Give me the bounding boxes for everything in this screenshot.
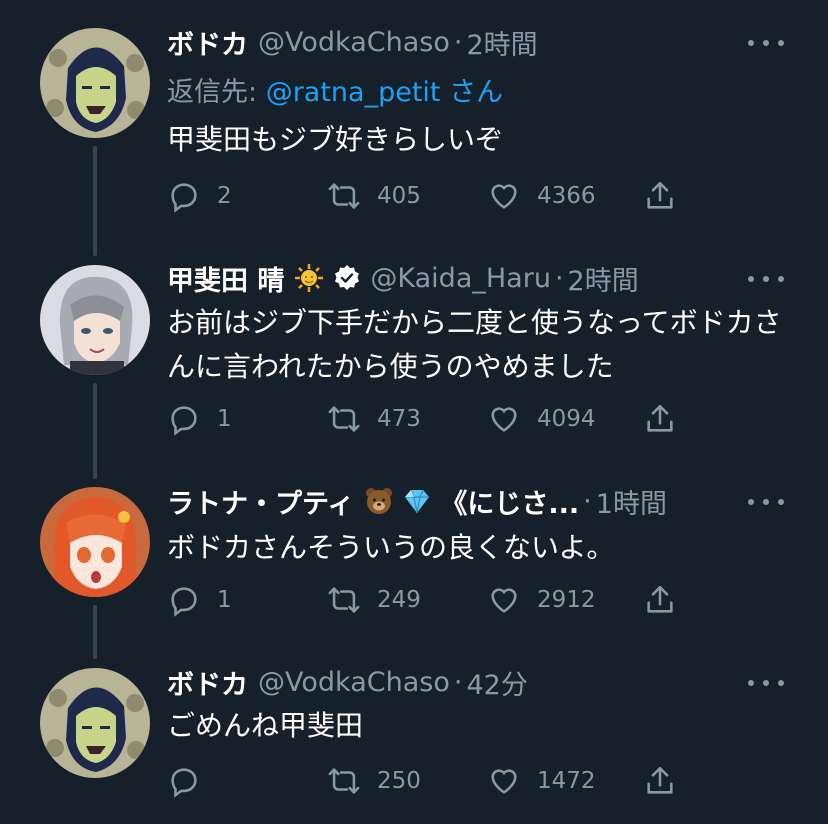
reply-button[interactable]: 2 [167,176,232,216]
retweet-count: 249 [377,587,421,613]
tweet-header: ボドカ @VodkaChaso · 2時間 [167,22,748,62]
like-icon [491,407,517,432]
display-name-suffix[interactable]: 《にじさ... [440,482,579,521]
display-name[interactable]: 甲斐田 晴 [167,259,284,298]
user-handle[interactable]: @VodkaChaso [258,667,450,698]
like-count: 4366 [537,183,596,209]
tweet-actions: 250 1472 [167,761,788,801]
bear-emoji [366,488,393,514]
reply-button[interactable]: 1 [167,580,232,620]
like-button[interactable]: 1472 [487,761,596,801]
retweet-count: 405 [377,183,421,209]
thread-line [93,605,97,659]
tweet-text: お前はジブ下手だから二度と使うなってボドカさんに言われたから使うのやめました [167,306,782,383]
avatar[interactable] [40,28,150,138]
reply-icon [171,768,197,798]
tweet-text: ごめんね甲斐田 [167,709,364,742]
retweet-icon [328,587,360,613]
retweet-button[interactable]: 473 [327,399,421,439]
retweet-button[interactable]: 249 [327,580,421,620]
reply-count: 1 [217,406,232,432]
like-icon [491,769,517,794]
retweet-icon [328,768,360,794]
more-icon[interactable] [748,673,784,693]
tweet-header: 甲斐田 晴 @Kaida_Haru · 2時間 [167,258,748,298]
timestamp[interactable]: 2時間 [568,259,639,298]
retweet-count: 473 [377,406,421,432]
tweet-text: ボドカさんそういうの良くないよ。 [167,531,615,564]
separator-dot: · [583,485,592,517]
reply-mention[interactable]: @ratna_petit [266,77,441,108]
reply-count: 2 [217,183,232,209]
thread-line [93,383,97,479]
more-icon[interactable] [748,269,784,289]
reply-icon [171,406,197,436]
user-handle[interactable]: @VodkaChaso [258,27,450,58]
timestamp[interactable]: 1時間 [596,482,667,521]
tweet-header: ラトナ・プティ 《にじさ... · 1時間 [167,481,748,521]
share-icon [647,766,673,794]
more-icon[interactable] [748,492,784,512]
reply-icon [171,587,197,617]
retweet-button[interactable]: 405 [327,176,421,216]
share-icon [647,181,673,209]
display-name[interactable]: ボドカ [167,663,248,702]
retweet-icon [328,406,360,432]
separator-dot: · [453,26,463,58]
reply-prefix: 返信先: [167,77,266,108]
reply-icon [171,183,197,213]
tweet-actions: 1 249 2912 [167,580,788,620]
share-icon [647,404,673,432]
reply-suffix: さん [440,77,504,108]
like-count: 2912 [537,587,596,613]
sun-emoji [295,264,324,292]
tweet-header: ボドカ @VodkaChaso · 42分 [167,662,748,702]
tweet-actions: 2 405 4366 [167,176,788,216]
like-button[interactable]: 4366 [487,176,596,216]
share-button[interactable] [643,176,693,216]
display-name[interactable]: ボドカ [167,23,248,62]
share-button[interactable] [643,399,693,439]
like-icon [491,588,517,613]
share-button[interactable] [643,580,693,620]
like-count: 4094 [537,406,596,432]
reply-context: 返信先: @ratna_petit さん [167,70,503,109]
verified-badge-icon [335,265,360,290]
retweet-button[interactable]: 250 [327,761,421,801]
avatar[interactable] [40,487,150,597]
reply-button[interactable] [167,761,217,801]
avatar[interactable] [40,265,150,375]
display-name[interactable]: ラトナ・プティ [167,482,354,521]
thread-line [93,146,97,256]
like-count: 1472 [537,768,596,794]
user-handle[interactable]: @Kaida_Haru [370,263,551,294]
tweet-actions: 1 473 4094 [167,399,788,439]
like-icon [491,184,517,209]
separator-dot: · [554,262,564,294]
share-icon [647,585,673,613]
reply-button[interactable]: 1 [167,399,232,439]
more-icon[interactable] [748,33,784,53]
timestamp[interactable]: 42分 [466,663,527,702]
like-button[interactable]: 4094 [487,399,596,439]
tweet-text: 甲斐田もジブ好きらしいぞ [167,123,504,156]
avatar[interactable] [40,668,150,778]
retweet-count: 250 [377,768,421,794]
share-button[interactable] [643,761,693,801]
retweet-icon [328,183,360,209]
like-button[interactable]: 2912 [487,580,596,620]
gem-emoji [405,489,430,514]
timestamp[interactable]: 2時間 [466,23,537,62]
separator-dot: · [453,666,463,698]
reply-count: 1 [217,587,232,613]
